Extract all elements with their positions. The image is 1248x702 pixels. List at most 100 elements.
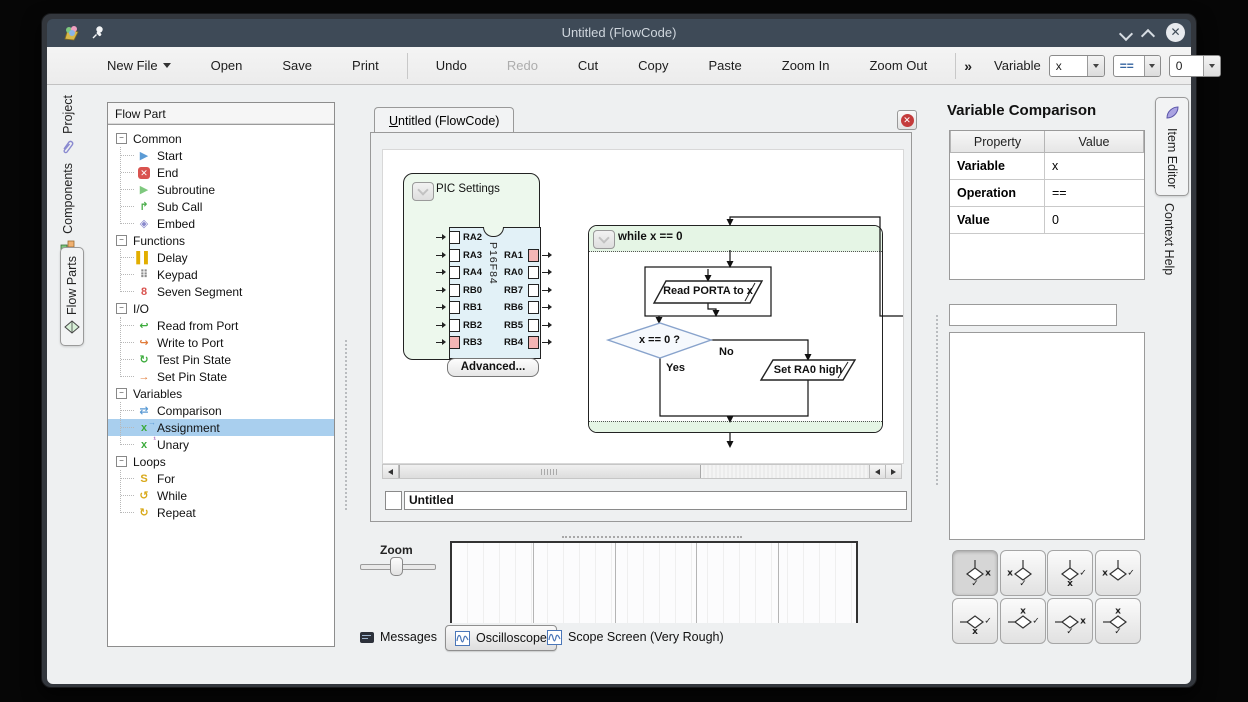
undo-button[interactable]: Undo <box>420 58 483 73</box>
tree-item-sub-call[interactable]: ↱Sub Call <box>108 198 334 215</box>
collapse-icon[interactable]: − <box>116 235 127 246</box>
tab-oscilloscope[interactable]: Oscilloscope <box>445 625 557 651</box>
branch-layout-button-4[interactable]: x✓ <box>1095 550 1141 596</box>
tree-item-test-pin-state[interactable]: ↻Test Pin State <box>108 351 334 368</box>
flowchart-canvas[interactable]: PIC Settings P16F84 RA2RA3RA1RA4RA0RB0RB… <box>382 149 904 464</box>
tab-context-help[interactable]: Context Help <box>1155 203 1183 275</box>
tab-item-editor[interactable]: Item Editor <box>1155 97 1189 196</box>
tab-messages[interactable]: Messages <box>360 625 437 649</box>
scroll-left-button-2[interactable] <box>869 465 885 478</box>
tree-item-read-from-port[interactable]: ↩Read from Port <box>108 317 334 334</box>
pin-rb7[interactable] <box>528 284 539 297</box>
tree-group-common[interactable]: −Common <box>108 130 334 147</box>
tree-item-seven-segment[interactable]: 8Seven Segment <box>108 283 334 300</box>
tree-item-embed[interactable]: ◈Embed <box>108 215 334 232</box>
tree-item-while[interactable]: ↺While <box>108 487 334 504</box>
pin-ra3[interactable] <box>449 249 460 262</box>
pin-rb5[interactable] <box>528 319 539 332</box>
pic-settings-collapse-button[interactable] <box>412 182 434 201</box>
document-close-button[interactable]: ✕ <box>897 110 917 130</box>
scrollbar-track[interactable] <box>701 465 869 478</box>
pin-rb4[interactable] <box>528 336 539 349</box>
tree-item-delay[interactable]: ▌▌Delay <box>108 249 334 266</box>
scroll-right-button[interactable] <box>885 465 901 478</box>
tree-item-keypad[interactable]: ⠿Keypad <box>108 266 334 283</box>
tree-group-i-o[interactable]: −I/O <box>108 300 334 317</box>
branch-layout-button-1[interactable]: x✓ <box>952 550 998 596</box>
branch-layout-button-8[interactable]: x✓ <box>1095 598 1141 644</box>
new-file-button[interactable]: New File <box>91 58 187 73</box>
while-loop-block[interactable]: while x == 0 <box>588 225 883 433</box>
titlebar[interactable]: Untitled (FlowCode) ✕ <box>47 19 1191 47</box>
operation-combo[interactable]: == <box>1113 55 1161 77</box>
item-editor-list[interactable] <box>949 332 1145 540</box>
zoom-out-button[interactable]: Zoom Out <box>853 58 943 73</box>
toolbar-overflow-chevron[interactable]: » <box>964 58 972 74</box>
branch-layout-button-2[interactable]: x✓ <box>1000 550 1046 596</box>
pin-rb0[interactable] <box>449 284 460 297</box>
tree-group-variables[interactable]: −Variables <box>108 385 334 402</box>
tree-item-unary[interactable]: x¹Unary <box>108 436 334 453</box>
tree-item-comparison[interactable]: ⇄Comparison <box>108 402 334 419</box>
chevron-down-icon[interactable] <box>1087 56 1104 76</box>
tree-item-assignment[interactable]: x→Assignment <box>108 419 334 436</box>
tree-group-functions[interactable]: −Functions <box>108 232 334 249</box>
item-editor-input[interactable] <box>949 304 1117 326</box>
variable-combo[interactable]: x <box>1049 55 1105 77</box>
chevron-down-icon[interactable] <box>1203 56 1220 76</box>
paste-button[interactable]: Paste <box>693 58 758 73</box>
close-icon[interactable]: ✕ <box>1166 23 1185 42</box>
branch-layout-button-5[interactable]: x✓ <box>952 598 998 644</box>
collapse-icon[interactable]: − <box>116 133 127 144</box>
open-button[interactable]: Open <box>195 58 259 73</box>
horizontal-scrollbar[interactable] <box>382 464 902 479</box>
value-combo[interactable]: 0 <box>1169 55 1221 77</box>
cut-button[interactable]: Cut <box>562 58 614 73</box>
scrollbar-thumb[interactable] <box>399 465 701 478</box>
scroll-left-button[interactable] <box>383 465 399 478</box>
tab-scope-screen-very-rough[interactable]: Scope Screen (Very Rough) <box>547 625 724 649</box>
property-value[interactable]: 0 <box>1045 207 1144 234</box>
branch-layout-button-3[interactable]: x✓ <box>1047 550 1093 596</box>
pin-ra4[interactable] <box>449 266 460 279</box>
pin-rb3[interactable] <box>449 336 460 349</box>
branch-layout-button-6[interactable]: x✓ <box>1000 598 1046 644</box>
branch-layout-button-7[interactable]: x✓ <box>1047 598 1093 644</box>
collapse-icon[interactable]: − <box>116 388 127 399</box>
property-value[interactable]: x <box>1045 153 1144 180</box>
while-collapse-button[interactable] <box>593 230 615 249</box>
save-button[interactable]: Save <box>266 58 328 73</box>
shade-icon[interactable] <box>1121 26 1137 40</box>
collapse-icon[interactable]: − <box>116 303 127 314</box>
print-button[interactable]: Print <box>336 58 395 73</box>
pin-ra1[interactable] <box>528 249 539 262</box>
zoom-in-button[interactable]: Zoom In <box>766 58 846 73</box>
zoom-slider-thumb[interactable] <box>390 557 403 576</box>
tab-flow-parts[interactable]: Flow Parts <box>60 247 84 346</box>
pin-rb2[interactable] <box>449 319 460 332</box>
macro-name-bar[interactable]: Untitled <box>404 491 907 510</box>
right-splitter[interactable] <box>936 315 941 485</box>
chevron-down-icon[interactable] <box>1144 56 1160 76</box>
tab-project[interactable]: Project <box>60 95 75 158</box>
tree-item-repeat[interactable]: ↻Repeat <box>108 504 334 521</box>
tree-item-subroutine[interactable]: ▶Subroutine <box>108 181 334 198</box>
tab-components[interactable]: Components <box>60 163 75 255</box>
left-splitter[interactable] <box>345 340 350 510</box>
pin-rb6[interactable] <box>528 301 539 314</box>
tree-item-write-to-port[interactable]: ↪Write to Port <box>108 334 334 351</box>
redo-button[interactable]: Redo <box>491 58 554 73</box>
tree-item-set-pin-state[interactable]: →Set Pin State <box>108 368 334 385</box>
collapse-icon[interactable]: − <box>116 456 127 467</box>
pin-rb1[interactable] <box>449 301 460 314</box>
document-tab[interactable]: Untitled (FlowCode) <box>374 107 514 133</box>
pin-ra0[interactable] <box>528 266 539 279</box>
pin-ra2[interactable] <box>449 231 460 244</box>
tree-item-start[interactable]: ▶Start <box>108 147 334 164</box>
advanced-button[interactable]: Advanced... <box>447 358 539 377</box>
tree-group-loops[interactable]: −Loops <box>108 453 334 470</box>
property-value[interactable]: == <box>1045 180 1144 207</box>
tree-item-for[interactable]: SFor <box>108 470 334 487</box>
tree-item-end[interactable]: ✕End <box>108 164 334 181</box>
copy-button[interactable]: Copy <box>622 58 684 73</box>
